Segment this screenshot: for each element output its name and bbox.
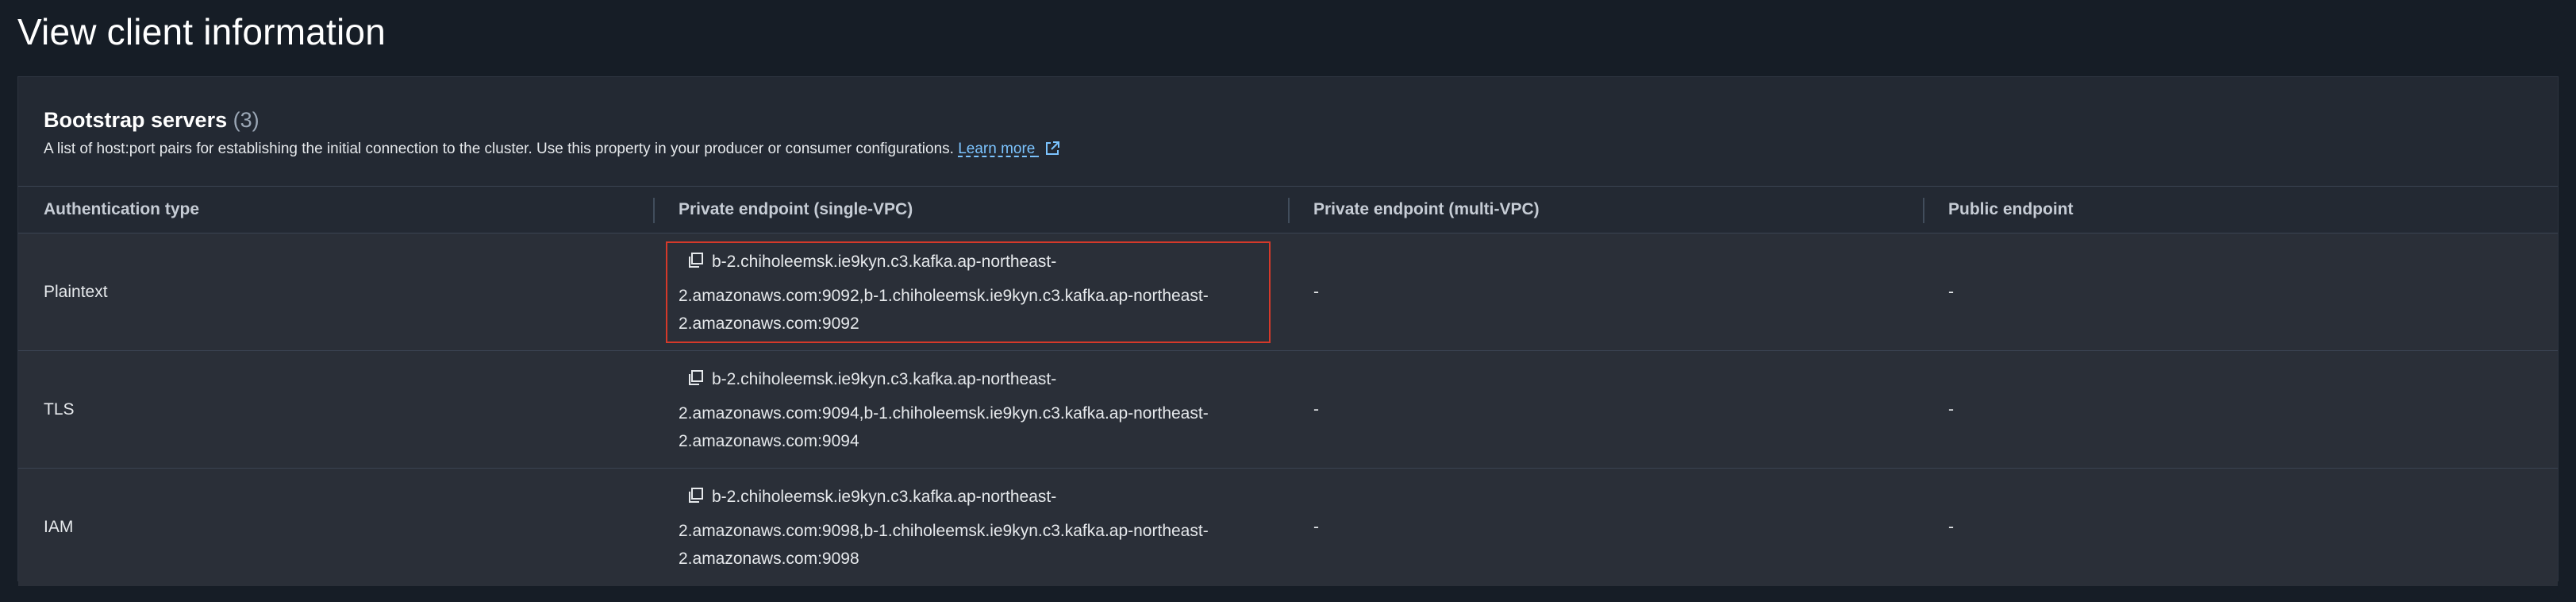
learn-more-link[interactable]: Learn more	[958, 141, 1059, 157]
copy-icon[interactable]	[686, 366, 704, 398]
column-header-multi-vpc: Private endpoint (multi-VPC)	[1313, 200, 1540, 218]
table-header: Authentication type Private endpoint (si…	[18, 186, 2558, 233]
table-row: IAM b-2.chiholeemsk.ie9kyn.c3.kafka.ap-n…	[18, 469, 2558, 586]
endpoint-text-line1: b-2.chiholeemsk.ie9kyn.c3.kafka.ap-north…	[712, 488, 1057, 506]
page-title: View client information	[17, 11, 386, 52]
external-link-icon	[1044, 141, 1060, 163]
endpoint-text-line2: 2.amazonaws.com:9092,b-1.chiholeemsk.ie9…	[679, 287, 1209, 305]
endpoint-text-line3: 2.amazonaws.com:9092	[679, 315, 859, 333]
endpoint-text-line2: 2.amazonaws.com:9098,b-1.chiholeemsk.ie9…	[679, 522, 1209, 540]
column-resizer[interactable]	[1288, 198, 1290, 223]
endpoint-text-line1: b-2.chiholeemsk.ie9kyn.c3.kafka.ap-north…	[712, 370, 1057, 388]
single-vpc-endpoint-cell: b-2.chiholeemsk.ie9kyn.c3.kafka.ap-north…	[679, 364, 1298, 453]
bootstrap-servers-table: Authentication type Private endpoint (si…	[18, 186, 2558, 586]
public-endpoint-cell: -	[1948, 518, 1954, 536]
auth-type-cell: TLS	[44, 400, 75, 419]
public-endpoint-cell: -	[1948, 400, 1954, 419]
auth-type-cell: IAM	[44, 518, 74, 536]
column-header-single-vpc: Private endpoint (single-VPC)	[679, 200, 913, 218]
table-row: TLS b-2.chiholeemsk.ie9kyn.c3.kafka.ap-n…	[18, 351, 2558, 469]
column-header-auth-type: Authentication type	[44, 200, 200, 218]
column-resizer[interactable]	[653, 198, 655, 223]
single-vpc-endpoint-cell: b-2.chiholeemsk.ie9kyn.c3.kafka.ap-north…	[679, 481, 1298, 571]
learn-more-label: Learn more	[958, 141, 1036, 157]
multi-vpc-endpoint-cell: -	[1313, 400, 1319, 419]
endpoint-text-line2: 2.amazonaws.com:9094,b-1.chiholeemsk.ie9…	[679, 404, 1209, 423]
panel-description-row: A list of host:port pairs for establishi…	[44, 139, 2532, 163]
bootstrap-servers-panel: Bootstrap servers (3) A list of host:por…	[17, 76, 2559, 586]
column-header-public: Public endpoint	[1948, 200, 2074, 218]
table-row: Plaintext b-2.chiholeemsk.ie9kyn.c3.kafk…	[18, 233, 2558, 351]
auth-type-cell: Plaintext	[44, 283, 108, 301]
column-resizer[interactable]	[1923, 198, 1924, 223]
panel-title: Bootstrap servers	[44, 108, 228, 132]
panel-header: Bootstrap servers (3) A list of host:por…	[44, 106, 2532, 163]
endpoint-text-line3: 2.amazonaws.com:9098	[679, 550, 859, 568]
copy-icon[interactable]	[686, 484, 704, 515]
multi-vpc-endpoint-cell: -	[1313, 283, 1319, 301]
public-endpoint-cell: -	[1948, 283, 1954, 301]
panel-count: (3)	[233, 108, 260, 132]
panel-title-row: Bootstrap servers (3)	[44, 106, 2532, 134]
endpoint-text-line3: 2.amazonaws.com:9094	[679, 432, 859, 450]
single-vpc-endpoint-cell: b-2.chiholeemsk.ie9kyn.c3.kafka.ap-north…	[679, 246, 1298, 336]
multi-vpc-endpoint-cell: -	[1313, 518, 1319, 536]
copy-icon[interactable]	[686, 249, 704, 280]
panel-description: A list of host:port pairs for establishi…	[44, 141, 954, 157]
endpoint-text-line1: b-2.chiholeemsk.ie9kyn.c3.kafka.ap-north…	[712, 253, 1057, 271]
